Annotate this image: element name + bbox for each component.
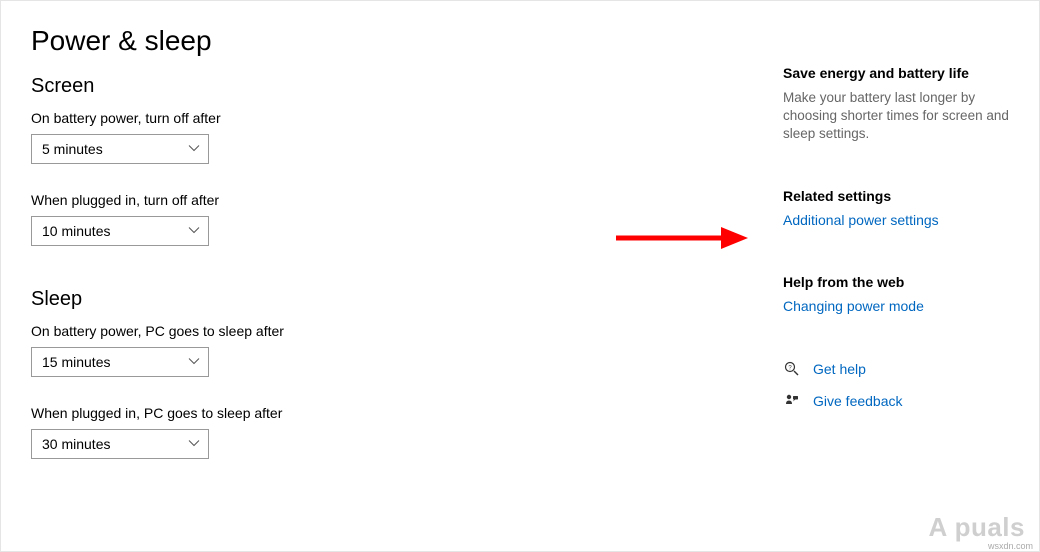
screen-plugged-dropdown[interactable]: 10 minutes [31,216,209,246]
chevron-down-icon [188,354,200,370]
sleep-battery-setting: On battery power, PC goes to sleep after… [31,323,783,377]
screen-plugged-label: When plugged in, turn off after [31,192,783,208]
sleep-battery-dropdown[interactable]: 15 minutes [31,347,209,377]
related-settings-section: Related settings Additional power settin… [783,188,1027,230]
additional-power-settings-link[interactable]: Additional power settings [783,212,939,228]
screen-plugged-setting: When plugged in, turn off after 10 minut… [31,192,783,246]
sleep-section: Sleep On battery power, PC goes to sleep… [31,288,783,459]
page-title: Power & sleep [31,25,783,57]
chevron-down-icon [188,141,200,157]
chevron-down-icon [188,436,200,452]
svg-text:?: ? [788,365,792,371]
sleep-battery-value: 15 minutes [42,354,110,370]
save-energy-heading: Save energy and battery life [783,65,1027,81]
sleep-plugged-value: 30 minutes [42,436,110,452]
related-settings-heading: Related settings [783,188,1027,204]
save-energy-section: Save energy and battery life Make your b… [783,65,1027,144]
chevron-down-icon [188,223,200,239]
give-feedback-link: Give feedback [813,393,903,409]
feedback-icon [783,392,801,410]
sleep-plugged-label: When plugged in, PC goes to sleep after [31,405,783,421]
support-links-section: ? Get help Give feedback [783,360,1027,410]
get-help-row[interactable]: ? Get help [783,360,1027,378]
help-from-web-heading: Help from the web [783,274,1027,290]
watermark: A puals [929,512,1025,543]
sleep-plugged-setting: When plugged in, PC goes to sleep after … [31,405,783,459]
changing-power-mode-link[interactable]: Changing power mode [783,298,924,314]
main-content: Power & sleep Screen On battery power, t… [1,1,783,551]
screen-battery-setting: On battery power, turn off after 5 minut… [31,110,783,164]
save-energy-text: Make your battery last longer by choosin… [783,89,1027,144]
sleep-section-title: Sleep [31,288,783,311]
get-help-link: Get help [813,361,866,377]
sidebar: Save energy and battery life Make your b… [783,1,1039,551]
help-icon: ? [783,360,801,378]
sleep-plugged-dropdown[interactable]: 30 minutes [31,429,209,459]
screen-plugged-value: 10 minutes [42,223,110,239]
help-from-web-section: Help from the web Changing power mode [783,274,1027,316]
attribution: wsxdn.com [988,541,1033,551]
sleep-battery-label: On battery power, PC goes to sleep after [31,323,783,339]
screen-section-title: Screen [31,75,783,98]
screen-battery-dropdown[interactable]: 5 minutes [31,134,209,164]
screen-battery-label: On battery power, turn off after [31,110,783,126]
give-feedback-row[interactable]: Give feedback [783,392,1027,410]
screen-battery-value: 5 minutes [42,141,103,157]
